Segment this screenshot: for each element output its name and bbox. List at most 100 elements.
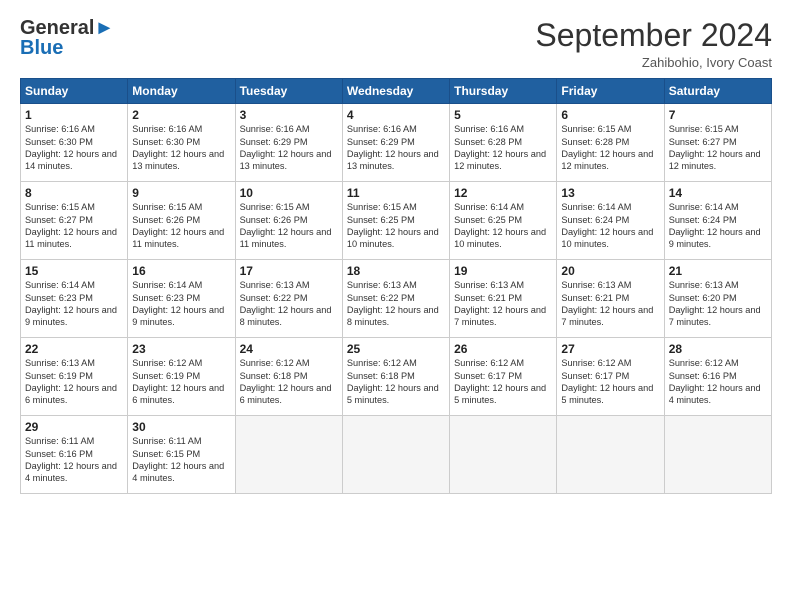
table-row: 30 Sunrise: 6:11 AM Sunset: 6:15 PM Dayl…: [128, 416, 235, 494]
location: Zahibohio, Ivory Coast: [535, 55, 772, 70]
table-row: 23 Sunrise: 6:12 AM Sunset: 6:19 PM Dayl…: [128, 338, 235, 416]
day-info: Sunrise: 6:12 AM Sunset: 6:19 PM Dayligh…: [132, 357, 230, 407]
day-info: Sunrise: 6:13 AM Sunset: 6:20 PM Dayligh…: [669, 279, 767, 329]
table-row: [557, 416, 664, 494]
table-row: 12 Sunrise: 6:14 AM Sunset: 6:25 PM Dayl…: [450, 182, 557, 260]
table-row: 10 Sunrise: 6:15 AM Sunset: 6:26 PM Dayl…: [235, 182, 342, 260]
day-info: Sunrise: 6:15 AM Sunset: 6:26 PM Dayligh…: [132, 201, 230, 251]
day-info: Sunrise: 6:12 AM Sunset: 6:18 PM Dayligh…: [240, 357, 338, 407]
day-info: Sunrise: 6:15 AM Sunset: 6:26 PM Dayligh…: [240, 201, 338, 251]
day-number: 15: [25, 264, 123, 278]
table-row: 6 Sunrise: 6:15 AM Sunset: 6:28 PM Dayli…: [557, 104, 664, 182]
day-info: Sunrise: 6:16 AM Sunset: 6:29 PM Dayligh…: [347, 123, 445, 173]
header-friday: Friday: [557, 79, 664, 104]
table-row: 27 Sunrise: 6:12 AM Sunset: 6:17 PM Dayl…: [557, 338, 664, 416]
day-number: 3: [240, 108, 338, 122]
day-number: 16: [132, 264, 230, 278]
day-number: 11: [347, 186, 445, 200]
header-wednesday: Wednesday: [342, 79, 449, 104]
table-row: [235, 416, 342, 494]
page: General► Blue September 2024 Zahibohio, …: [0, 0, 792, 612]
day-info: Sunrise: 6:14 AM Sunset: 6:23 PM Dayligh…: [132, 279, 230, 329]
day-info: Sunrise: 6:14 AM Sunset: 6:24 PM Dayligh…: [561, 201, 659, 251]
day-info: Sunrise: 6:13 AM Sunset: 6:21 PM Dayligh…: [454, 279, 552, 329]
day-number: 5: [454, 108, 552, 122]
logo: General► Blue: [20, 18, 114, 58]
day-info: Sunrise: 6:11 AM Sunset: 6:15 PM Dayligh…: [132, 435, 230, 485]
table-row: 5 Sunrise: 6:16 AM Sunset: 6:28 PM Dayli…: [450, 104, 557, 182]
day-number: 12: [454, 186, 552, 200]
calendar-header-row: Sunday Monday Tuesday Wednesday Thursday…: [21, 79, 772, 104]
table-row: 9 Sunrise: 6:15 AM Sunset: 6:26 PM Dayli…: [128, 182, 235, 260]
day-number: 17: [240, 264, 338, 278]
table-row: 1 Sunrise: 6:16 AM Sunset: 6:30 PM Dayli…: [21, 104, 128, 182]
table-row: 24 Sunrise: 6:12 AM Sunset: 6:18 PM Dayl…: [235, 338, 342, 416]
day-info: Sunrise: 6:11 AM Sunset: 6:16 PM Dayligh…: [25, 435, 123, 485]
table-row: 28 Sunrise: 6:12 AM Sunset: 6:16 PM Dayl…: [664, 338, 771, 416]
day-info: Sunrise: 6:12 AM Sunset: 6:17 PM Dayligh…: [454, 357, 552, 407]
day-number: 28: [669, 342, 767, 356]
table-row: [664, 416, 771, 494]
day-info: Sunrise: 6:14 AM Sunset: 6:24 PM Dayligh…: [669, 201, 767, 251]
day-info: Sunrise: 6:15 AM Sunset: 6:25 PM Dayligh…: [347, 201, 445, 251]
day-info: Sunrise: 6:15 AM Sunset: 6:28 PM Dayligh…: [561, 123, 659, 173]
day-info: Sunrise: 6:13 AM Sunset: 6:22 PM Dayligh…: [240, 279, 338, 329]
table-row: 19 Sunrise: 6:13 AM Sunset: 6:21 PM Dayl…: [450, 260, 557, 338]
day-number: 21: [669, 264, 767, 278]
day-number: 26: [454, 342, 552, 356]
day-number: 24: [240, 342, 338, 356]
table-row: 25 Sunrise: 6:12 AM Sunset: 6:18 PM Dayl…: [342, 338, 449, 416]
day-number: 27: [561, 342, 659, 356]
day-info: Sunrise: 6:14 AM Sunset: 6:23 PM Dayligh…: [25, 279, 123, 329]
header: General► Blue September 2024 Zahibohio, …: [20, 18, 772, 70]
day-number: 8: [25, 186, 123, 200]
table-row: [342, 416, 449, 494]
table-row: 18 Sunrise: 6:13 AM Sunset: 6:22 PM Dayl…: [342, 260, 449, 338]
month-title: September 2024: [535, 18, 772, 53]
day-number: 4: [347, 108, 445, 122]
calendar-week-row: 8 Sunrise: 6:15 AM Sunset: 6:27 PM Dayli…: [21, 182, 772, 260]
day-info: Sunrise: 6:16 AM Sunset: 6:30 PM Dayligh…: [132, 123, 230, 173]
header-saturday: Saturday: [664, 79, 771, 104]
table-row: 17 Sunrise: 6:13 AM Sunset: 6:22 PM Dayl…: [235, 260, 342, 338]
day-number: 10: [240, 186, 338, 200]
table-row: [450, 416, 557, 494]
header-monday: Monday: [128, 79, 235, 104]
day-info: Sunrise: 6:16 AM Sunset: 6:29 PM Dayligh…: [240, 123, 338, 173]
table-row: 2 Sunrise: 6:16 AM Sunset: 6:30 PM Dayli…: [128, 104, 235, 182]
table-row: 21 Sunrise: 6:13 AM Sunset: 6:20 PM Dayl…: [664, 260, 771, 338]
table-row: 8 Sunrise: 6:15 AM Sunset: 6:27 PM Dayli…: [21, 182, 128, 260]
day-number: 23: [132, 342, 230, 356]
day-number: 14: [669, 186, 767, 200]
day-info: Sunrise: 6:15 AM Sunset: 6:27 PM Dayligh…: [669, 123, 767, 173]
calendar: Sunday Monday Tuesday Wednesday Thursday…: [20, 78, 772, 494]
day-number: 19: [454, 264, 552, 278]
day-number: 30: [132, 420, 230, 434]
calendar-week-row: 1 Sunrise: 6:16 AM Sunset: 6:30 PM Dayli…: [21, 104, 772, 182]
day-number: 9: [132, 186, 230, 200]
day-number: 6: [561, 108, 659, 122]
day-info: Sunrise: 6:12 AM Sunset: 6:17 PM Dayligh…: [561, 357, 659, 407]
header-thursday: Thursday: [450, 79, 557, 104]
day-info: Sunrise: 6:15 AM Sunset: 6:27 PM Dayligh…: [25, 201, 123, 251]
header-sunday: Sunday: [21, 79, 128, 104]
day-info: Sunrise: 6:16 AM Sunset: 6:28 PM Dayligh…: [454, 123, 552, 173]
day-number: 20: [561, 264, 659, 278]
table-row: 26 Sunrise: 6:12 AM Sunset: 6:17 PM Dayl…: [450, 338, 557, 416]
day-info: Sunrise: 6:14 AM Sunset: 6:25 PM Dayligh…: [454, 201, 552, 251]
table-row: 3 Sunrise: 6:16 AM Sunset: 6:29 PM Dayli…: [235, 104, 342, 182]
day-number: 1: [25, 108, 123, 122]
table-row: 11 Sunrise: 6:15 AM Sunset: 6:25 PM Dayl…: [342, 182, 449, 260]
day-number: 29: [25, 420, 123, 434]
calendar-week-row: 29 Sunrise: 6:11 AM Sunset: 6:16 PM Dayl…: [21, 416, 772, 494]
table-row: 15 Sunrise: 6:14 AM Sunset: 6:23 PM Dayl…: [21, 260, 128, 338]
table-row: 7 Sunrise: 6:15 AM Sunset: 6:27 PM Dayli…: [664, 104, 771, 182]
table-row: 16 Sunrise: 6:14 AM Sunset: 6:23 PM Dayl…: [128, 260, 235, 338]
day-info: Sunrise: 6:12 AM Sunset: 6:18 PM Dayligh…: [347, 357, 445, 407]
day-number: 13: [561, 186, 659, 200]
calendar-week-row: 22 Sunrise: 6:13 AM Sunset: 6:19 PM Dayl…: [21, 338, 772, 416]
day-number: 2: [132, 108, 230, 122]
calendar-week-row: 15 Sunrise: 6:14 AM Sunset: 6:23 PM Dayl…: [21, 260, 772, 338]
table-row: 13 Sunrise: 6:14 AM Sunset: 6:24 PM Dayl…: [557, 182, 664, 260]
day-number: 18: [347, 264, 445, 278]
